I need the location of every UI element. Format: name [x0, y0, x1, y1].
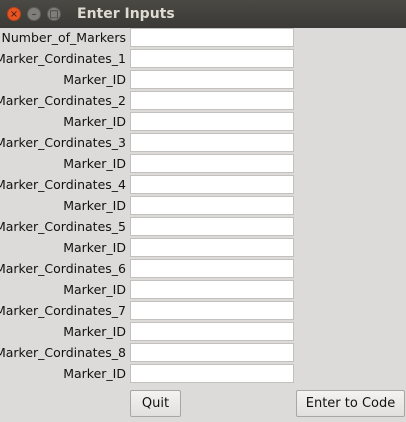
marker-id-input[interactable] [130, 196, 294, 215]
close-icon[interactable]: × [7, 7, 21, 21]
maximize-icon[interactable]: □ [47, 7, 61, 21]
form-row: Marker_ID [0, 196, 406, 217]
marker-id-input[interactable] [130, 154, 294, 173]
field-label: Marker_Cordinates_8 [0, 345, 126, 360]
marker-id-input[interactable] [130, 322, 294, 341]
enter-to-code-button[interactable]: Enter to Code [296, 390, 405, 417]
marker-cordinates-6-input[interactable] [130, 259, 294, 278]
marker-cordinates-7-input[interactable] [130, 301, 294, 320]
field-label: Marker_ID [63, 324, 126, 339]
field-label: Number_of_Markers [1, 30, 126, 45]
field-label: Marker_ID [63, 198, 126, 213]
window-titlebar: × – □ Enter Inputs [0, 0, 406, 28]
field-label: Marker_Cordinates_7 [0, 303, 126, 318]
form-row: Marker_Cordinates_3 [0, 133, 406, 154]
quit-button[interactable]: Quit [130, 390, 181, 417]
minimize-icon[interactable]: – [27, 7, 41, 21]
field-label: Marker_Cordinates_2 [0, 93, 126, 108]
input-form: Number_of_Markers Marker_Cordinates_1 Mark… [0, 28, 406, 385]
marker-id-input[interactable] [130, 70, 294, 89]
field-label: Marker_Cordinates_6 [0, 261, 126, 276]
marker-cordinates-1-input[interactable] [130, 49, 294, 68]
field-label: Marker_ID [63, 240, 126, 255]
form-row: Marker_Cordinates_5 [0, 217, 406, 238]
form-row: Marker_Cordinates_6 [0, 259, 406, 280]
field-label: Marker_ID [63, 366, 126, 381]
field-label: Marker_Cordinates_4 [0, 177, 126, 192]
marker-cordinates-2-input[interactable] [130, 91, 294, 110]
form-row: Marker_ID [0, 112, 406, 133]
marker-cordinates-4-input[interactable] [130, 175, 294, 194]
marker-id-input[interactable] [130, 112, 294, 131]
form-row: Marker_ID [0, 70, 406, 91]
field-label: Marker_Cordinates_3 [0, 135, 126, 150]
form-row: Marker_Cordinates_1 [0, 49, 406, 70]
form-row: Marker_ID [0, 364, 406, 385]
form-row: Number_of_Markers [0, 28, 406, 49]
marker-cordinates-3-input[interactable] [130, 133, 294, 152]
form-row: Marker_ID [0, 154, 406, 175]
form-row: Marker_ID [0, 322, 406, 343]
marker-cordinates-8-input[interactable] [130, 343, 294, 362]
marker-id-input[interactable] [130, 238, 294, 257]
field-label: Marker_ID [63, 156, 126, 171]
form-row: Marker_Cordinates_2 [0, 91, 406, 112]
field-label: Marker_Cordinates_5 [0, 219, 126, 234]
field-label: Marker_ID [63, 282, 126, 297]
field-label: Marker_Cordinates_1 [0, 51, 126, 66]
form-row: Marker_ID [0, 238, 406, 259]
marker-cordinates-5-input[interactable] [130, 217, 294, 236]
number-of-markers-input[interactable] [130, 28, 294, 47]
form-row: Marker_Cordinates_7 [0, 301, 406, 322]
marker-id-input[interactable] [130, 364, 294, 383]
form-row: Marker_Cordinates_4 [0, 175, 406, 196]
form-row: Marker_Cordinates_8 [0, 343, 406, 364]
marker-id-input[interactable] [130, 280, 294, 299]
field-label: Marker_ID [63, 114, 126, 129]
form-row: Marker_ID [0, 280, 406, 301]
window-title: Enter Inputs [77, 6, 175, 22]
field-label: Marker_ID [63, 72, 126, 87]
